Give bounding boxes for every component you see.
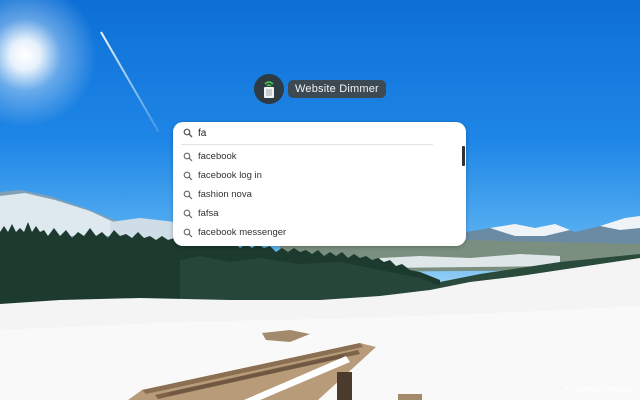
suggestion-scrollbar[interactable] xyxy=(462,146,465,166)
suggestion-item[interactable]: fafsa xyxy=(173,204,461,223)
suggestion-text: fashion nova xyxy=(198,189,252,200)
suggestion-text: fafsa xyxy=(198,208,219,219)
customize-background-button[interactable]: Customize background xyxy=(563,385,634,394)
suggestion-item[interactable]: facebook messenger xyxy=(173,223,461,242)
suggestion-item[interactable]: facebook xyxy=(173,147,461,166)
search-panel: facebook facebook log in fashion nova fa… xyxy=(173,122,466,246)
suggestion-text: facebook messenger xyxy=(198,227,287,238)
app-logo[interactable]: Website Dimmer xyxy=(254,74,386,104)
search-input[interactable] xyxy=(198,127,438,139)
customize-background-label: Customize background xyxy=(572,386,634,393)
search-icon xyxy=(183,190,193,200)
search-icon xyxy=(183,152,193,162)
pencil-icon xyxy=(563,385,570,394)
search-icon xyxy=(183,209,193,219)
suggestion-item[interactable]: facebook log in xyxy=(173,166,461,185)
suggestion-text: facebook xyxy=(198,151,237,162)
search-icon xyxy=(183,228,193,238)
suggestion-list: facebook facebook log in fashion nova fa… xyxy=(173,147,461,242)
suggestion-text: facebook log in xyxy=(198,170,262,181)
app-title: Website Dimmer xyxy=(288,80,386,98)
search-divider xyxy=(181,144,433,145)
search-icon xyxy=(183,171,193,181)
search-icon xyxy=(183,128,193,138)
search-bar[interactable] xyxy=(173,122,466,144)
background-scene: Website Dimmer facebook xyxy=(0,0,640,400)
suggestion-item[interactable]: fashion nova xyxy=(173,185,461,204)
lamp-logo-icon xyxy=(254,74,284,104)
